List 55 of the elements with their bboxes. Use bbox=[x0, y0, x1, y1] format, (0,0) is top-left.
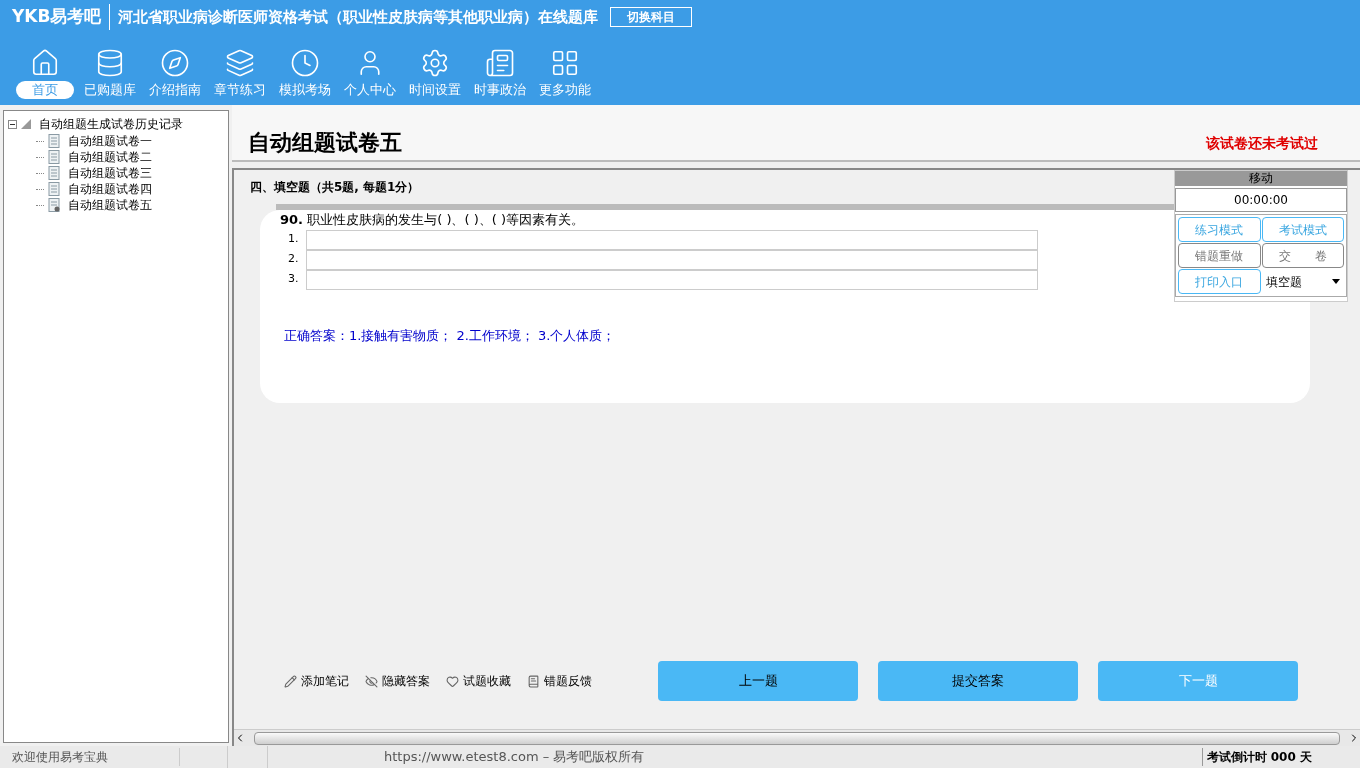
eye-off-icon bbox=[365, 674, 378, 688]
tool-link[interactable]: 隐藏答案 bbox=[365, 672, 430, 690]
welcome-text: 欢迎使用易考宝典 bbox=[0, 748, 180, 766]
answer-field[interactable] bbox=[306, 229, 1038, 250]
tool-link[interactable]: 错题反馈 bbox=[527, 672, 592, 690]
nav-item[interactable]: 时事政治 bbox=[467, 48, 532, 99]
triangle-icon bbox=[21, 119, 31, 129]
question-text: 90. 职业性皮肤病的发生与( )、( )、( )等因素有关。 bbox=[280, 211, 584, 229]
compass-icon bbox=[159, 48, 190, 78]
tree-item[interactable]: 自动组题试卷三 bbox=[68, 164, 152, 182]
heart-icon bbox=[446, 674, 459, 688]
layers-icon bbox=[224, 48, 255, 78]
tree-item[interactable]: 自动组题试卷五 bbox=[68, 196, 152, 214]
nav-item[interactable]: 模拟考场 bbox=[272, 48, 337, 99]
paper-title: 自动组题试卷五 bbox=[248, 129, 402, 157]
panel-button[interactable]: 练习模式 bbox=[1178, 217, 1261, 242]
dropdown-arrow-icon bbox=[1332, 279, 1340, 284]
panel-button[interactable]: 打印入口 bbox=[1178, 269, 1261, 294]
panel-title: 移动 bbox=[1175, 171, 1347, 186]
horizontal-scrollbar[interactable] bbox=[234, 729, 1360, 746]
nav-item[interactable]: 已购题库 bbox=[77, 48, 142, 99]
tree-item[interactable]: 自动组题试卷二 bbox=[68, 148, 152, 166]
countdown-text: 考试倒计时 000 天 bbox=[1201, 748, 1312, 766]
pencil-icon bbox=[284, 674, 297, 688]
tree-item[interactable]: 自动组题试卷四 bbox=[68, 180, 152, 198]
answer-field[interactable] bbox=[306, 269, 1038, 290]
nav-item[interactable]: 个人中心 bbox=[337, 48, 402, 99]
question-type-select[interactable]: 填空题 bbox=[1261, 269, 1344, 294]
nav-item[interactable]: 介绍指南 bbox=[142, 48, 207, 99]
tool-link[interactable]: 试题收藏 bbox=[446, 672, 511, 690]
copyright-text: https://www.etest8.com – 易考吧版权所有 bbox=[384, 748, 645, 767]
panel-button[interactable]: 考试模式 bbox=[1261, 217, 1344, 242]
correct-answer: 正确答案：1.接触有害物质； 2.工作环境； 3.个人体质； bbox=[284, 326, 617, 345]
blank-number: 1. bbox=[288, 231, 300, 248]
tree-item[interactable]: 自动组题生成试卷历史记录 bbox=[39, 115, 183, 133]
logo: YKB易考吧 bbox=[12, 4, 111, 30]
switch-subject-button[interactable]: 切换科目 bbox=[610, 7, 693, 27]
nav-item[interactable]: 时间设置 bbox=[402, 48, 467, 99]
book-icon bbox=[527, 674, 540, 688]
newspaper-icon bbox=[484, 48, 515, 78]
navigation-button[interactable]: 提交答案 bbox=[878, 661, 1078, 701]
navigation-button[interactable]: 上一题 bbox=[658, 661, 858, 701]
page-title: 河北省职业病诊断医师资格考试（职业性皮肤病等其他职业病）在线题库 bbox=[118, 6, 599, 28]
nav-item[interactable]: 章节练习 bbox=[207, 48, 272, 99]
nav-item[interactable]: 首页 bbox=[12, 48, 77, 99]
nav-item[interactable]: 更多功能 bbox=[532, 48, 597, 99]
answer-field[interactable] bbox=[306, 249, 1038, 270]
tree-item[interactable]: 自动组题试卷一 bbox=[68, 132, 152, 150]
timer: 00:00:00 bbox=[1175, 188, 1347, 212]
blank-number: 3. bbox=[288, 271, 300, 288]
exam-status: 该试卷还未考试过 bbox=[1206, 134, 1318, 153]
collapse-icon[interactable] bbox=[8, 119, 17, 129]
tool-link[interactable]: 添加笔记 bbox=[284, 672, 349, 690]
clock-icon bbox=[289, 48, 320, 78]
blank-number: 2. bbox=[288, 251, 300, 268]
